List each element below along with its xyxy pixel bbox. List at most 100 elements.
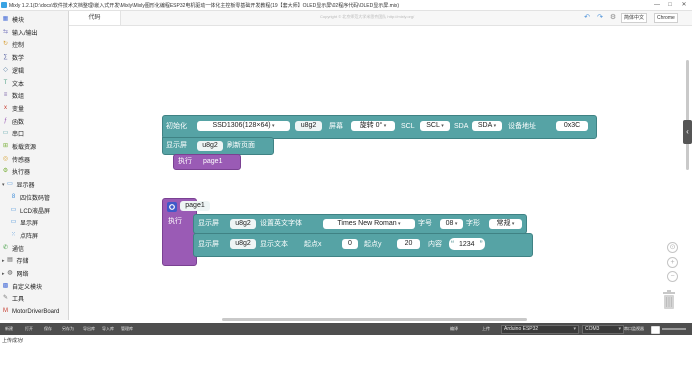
lcd-icon: ▭ xyxy=(10,206,17,213)
toolbar-button-6[interactable]: 管理库 xyxy=(121,323,133,335)
oled-init-block[interactable]: 初始化 SSD1306(128×64) u8g2 屏幕 旋转 0° SCL SC… xyxy=(162,115,597,139)
close-window-button[interactable]: ✕ xyxy=(679,1,689,9)
sidebar-item-blocks[interactable]: ▦ 模块 xyxy=(2,14,24,25)
sidebar-item-display[interactable]: ▾ ▭ 显示器 xyxy=(2,179,35,190)
refresh-page-block[interactable]: 显示屏 u8g2 刷新页面 xyxy=(162,137,274,155)
y-label: 起点y xyxy=(364,241,382,248)
variable-icon: x xyxy=(4,104,7,111)
block-workspace[interactable]: 初始化 SSD1306(128×64) u8g2 屏幕 旋转 0° SCL SC… xyxy=(69,26,691,320)
sidebar-item-text[interactable]: T 文本 xyxy=(2,78,24,89)
sidebar-item-storage[interactable]: ▸ ▤ 存储 xyxy=(2,255,29,266)
toolbar-button-3[interactable]: 另存为 xyxy=(62,323,74,335)
font-size-dropdown[interactable]: 08 xyxy=(440,219,463,229)
zoom-center-icon[interactable]: ⊙ xyxy=(667,242,678,253)
oled-var-field[interactable]: u8g2 xyxy=(295,121,322,131)
content-string-field[interactable]: “ 1234 ” xyxy=(449,238,485,250)
redo-icon[interactable]: ↷ xyxy=(596,13,604,22)
network-icon: ◍ xyxy=(7,270,13,276)
monitor-toggle-icon[interactable] xyxy=(651,326,660,334)
sidebar-item-logic[interactable]: ◇ 逻辑 xyxy=(2,65,24,76)
sidebar-item-label: 四位数码管 xyxy=(20,195,51,202)
y-input[interactable]: 20 xyxy=(397,239,420,249)
sidebar-item-matrix[interactable]: ⁙ 点阵屏 xyxy=(10,230,38,241)
segment-icon: 8 xyxy=(11,193,16,200)
sidebar-item-variable[interactable]: x 变量 xyxy=(2,103,24,114)
sidebar-item-network[interactable]: ▸ ◍ 网络 xyxy=(2,268,29,279)
expand-arrow-icon[interactable]: ▾ xyxy=(2,182,5,188)
zoom-in-icon[interactable]: + xyxy=(667,257,678,268)
theme-select[interactable]: Chrome xyxy=(654,13,678,23)
sidebar-item-sensor[interactable]: ◎ 传感器 xyxy=(2,154,30,165)
sidebar-item-io[interactable]: ⇆ 输入/输出 xyxy=(2,27,38,38)
sidebar-item-label: 网络 xyxy=(16,272,29,278)
upload-button[interactable]: 上传 xyxy=(482,323,490,335)
language-select[interactable]: 简体中文 xyxy=(621,13,648,23)
scl-pin-dropdown[interactable]: SCL xyxy=(420,121,450,131)
font-prefix: 显示屏 xyxy=(198,220,219,227)
sidebar-item-tools[interactable]: ✎ 工具 xyxy=(2,293,24,304)
sidebar-item-label: 通信 xyxy=(12,246,25,253)
rotation-dropdown[interactable]: 旋转 0° xyxy=(351,121,395,131)
sidebar-item-segment[interactable]: 8 四位数码管 xyxy=(10,192,50,203)
tab-code[interactable]: 代码 xyxy=(69,11,121,25)
sidebar-item-control[interactable]: ↻ 控制 xyxy=(2,39,24,50)
expand-arrow-icon[interactable]: ▸ xyxy=(2,271,5,277)
toolbar-button-0[interactable]: 新建 xyxy=(5,323,13,335)
compile-button[interactable]: 编译 xyxy=(450,323,458,335)
sidebar-item-custom[interactable]: ▩ 自定义模块 xyxy=(2,281,42,292)
x-input[interactable]: 0 xyxy=(342,239,358,249)
toolbar-button-5[interactable]: 导入库 xyxy=(102,323,114,335)
open-quote-icon: “ xyxy=(451,239,454,249)
function-name-field[interactable]: page1 xyxy=(180,201,210,211)
sidebar-item-actuator[interactable]: ⚙ 执行器 xyxy=(2,166,30,177)
sidebar-item-screen[interactable]: ▭ 显示屏 xyxy=(10,217,38,228)
text-var-field[interactable]: u8g2 xyxy=(230,239,256,249)
port-select[interactable]: COM3 xyxy=(582,325,624,334)
toolbar-button-1[interactable]: 打开 xyxy=(25,323,33,335)
refresh-label: 刷新页面 xyxy=(227,142,255,149)
sidebar-item-board[interactable]: ⊞ 板载资源 xyxy=(2,141,36,152)
sidebar-item-array[interactable]: ≡ 数组 xyxy=(2,90,24,101)
comm-icon: ✆ xyxy=(2,244,9,251)
font-size-label: 字号 xyxy=(418,220,432,227)
board-select[interactable]: Arduino ESP32 xyxy=(501,325,579,334)
toolbar-button-4[interactable]: 导出库 xyxy=(83,323,95,335)
gear-icon[interactable] xyxy=(167,202,177,212)
sidebar-item-serial[interactable]: ▭ 串口 xyxy=(2,128,24,139)
minimize-button[interactable]: — xyxy=(652,1,662,9)
horizontal-scrollbar[interactable] xyxy=(222,318,527,321)
board-icon: ⊞ xyxy=(2,143,9,149)
settings-icon[interactable]: ⚙ xyxy=(609,13,617,22)
set-font-block[interactable]: 显示屏 u8g2 设置英文字体 Times New Roman 字号 08 字形… xyxy=(193,214,527,234)
vertical-scrollbar[interactable] xyxy=(686,60,689,170)
sda-label: SDA xyxy=(454,123,469,130)
font-var-field[interactable]: u8g2 xyxy=(230,219,256,229)
sidebar-item-math[interactable]: ∑ 数学 xyxy=(2,52,24,63)
undo-icon[interactable]: ↶ xyxy=(583,13,591,22)
call-page1-block[interactable]: 执行 page1 xyxy=(173,154,241,170)
expand-arrow-icon[interactable]: ▸ xyxy=(2,258,5,264)
refresh-var-field[interactable]: u8g2 xyxy=(197,141,223,151)
show-text-block[interactable]: 显示屏 u8g2 显示文本 起点x 0 起点y 20 内容 “ 1234 ” xyxy=(193,233,533,257)
collapse-panel-button[interactable]: ‹ xyxy=(683,120,692,144)
function-icon: ƒ xyxy=(3,117,8,124)
sidebar-item-label: 点阵屏 xyxy=(20,233,39,240)
toolbar-button-2[interactable]: 保存 xyxy=(44,323,52,335)
sidebar-item-function[interactable]: ƒ 函数 xyxy=(2,116,24,127)
sidebar-item-lcd[interactable]: ▭ LCD液晶屏 xyxy=(10,205,50,216)
font-style-dropdown[interactable]: 常规 xyxy=(489,219,522,229)
sidebar-item-comm[interactable]: ✆ 通信 xyxy=(2,243,24,254)
font-family-dropdown[interactable]: Times New Roman xyxy=(323,219,415,229)
sda-pin-dropdown[interactable]: SDA xyxy=(472,121,502,131)
oled-model-dropdown[interactable]: SSD1306(128×64) xyxy=(197,121,290,131)
zoom-out-icon[interactable]: − xyxy=(667,271,678,282)
trash-icon[interactable] xyxy=(662,290,676,310)
maximize-button[interactable]: □ xyxy=(665,1,675,9)
motor-icon: M xyxy=(3,308,8,315)
device-address-field[interactable]: 0x3C xyxy=(556,121,588,131)
font-size-slider[interactable] xyxy=(662,328,686,330)
function-page1-block[interactable]: page1 执行 xyxy=(162,198,210,266)
sidebar-item-motor[interactable]: M MotorDriverBoard xyxy=(2,306,59,317)
sidebar-item-label: 工具 xyxy=(12,297,25,304)
serial-monitor-button[interactable]: 串口监视器 xyxy=(624,323,644,335)
